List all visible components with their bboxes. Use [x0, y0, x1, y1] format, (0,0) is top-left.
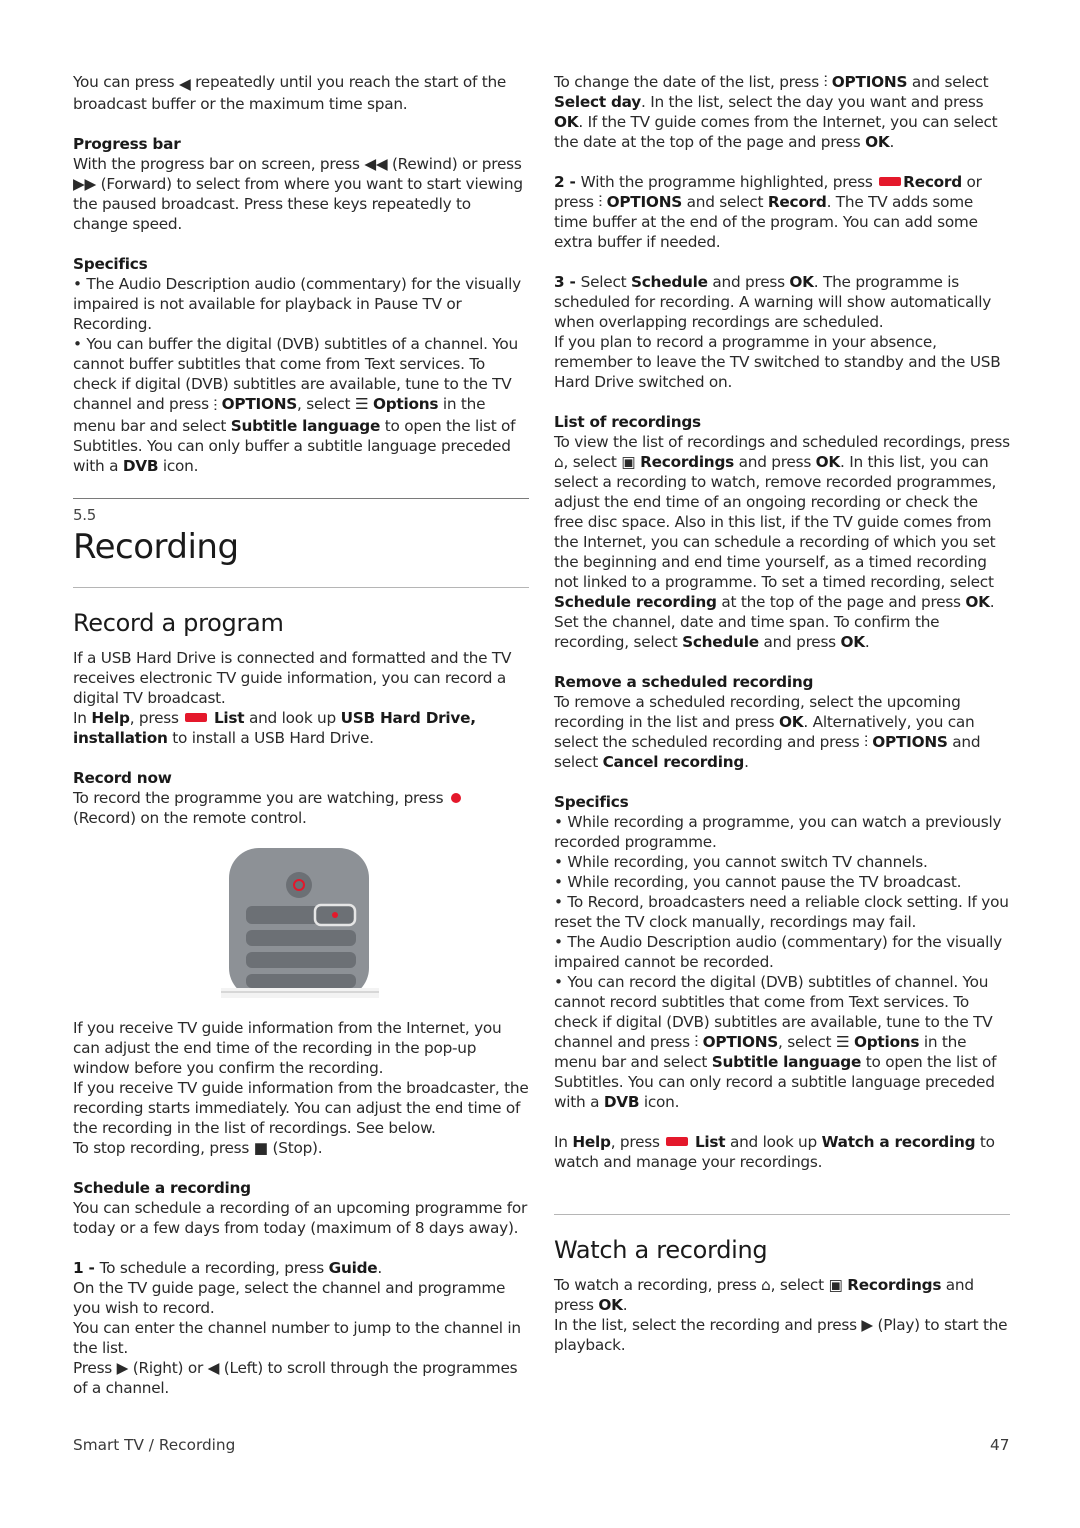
specifics-heading: Specifics	[554, 793, 629, 811]
intro-paragraph: You can press ◀ repeatedly until you rea…	[73, 73, 507, 113]
step-1-scroll: Press ▶ (Right) or ◀ (Left) to scroll th…	[73, 1359, 518, 1397]
remove-scheduled-heading: Remove a scheduled recording	[554, 673, 814, 691]
forward-icon: ▶▶	[73, 175, 97, 193]
title-divider	[73, 587, 529, 588]
step-2: 2 - With the programme highlighted, pres…	[554, 173, 982, 251]
remote-control-illustration	[221, 848, 401, 998]
specifics-bullet: • You can record the digital (DVB) subti…	[554, 973, 997, 1111]
power-button	[286, 872, 312, 898]
recordings-icon: ▣	[621, 453, 636, 471]
list-of-recordings-text: To view the list of recordings and sched…	[554, 433, 1010, 651]
rewind-icon: ◀◀	[364, 155, 388, 173]
section-divider	[554, 1214, 1010, 1215]
play-icon: ▶	[861, 1316, 873, 1334]
broadcaster-guide-text: If you receive TV guide information from…	[73, 1079, 529, 1137]
step-1-detail: On the TV guide page, select the channel…	[73, 1279, 506, 1317]
watch-recording-play: In the list, select the recording and pr…	[554, 1316, 1008, 1354]
home-icon: ⌂	[761, 1276, 771, 1294]
specifics-bullet: • To Record, broadcasters need a reliabl…	[554, 893, 1009, 931]
change-date-text: To change the date of the list, press ⫶ …	[554, 73, 998, 151]
left-arrow-icon: ◀	[207, 1359, 220, 1377]
step-1: 1 - To schedule a recording, press Guide…	[73, 1259, 383, 1277]
help-reference: In Help, press List and look up USB Hard…	[73, 709, 476, 747]
section-title: Recording	[73, 527, 239, 567]
options-icon: ⫶	[823, 73, 828, 91]
record-dot-icon	[450, 793, 461, 803]
help-reference: In Help, press List and look up Watch a …	[554, 1133, 995, 1171]
watch-recording-heading: Watch a recording	[554, 1236, 768, 1264]
remove-scheduled-text: To remove a scheduled recording, select …	[554, 693, 981, 771]
record-now-text: To record the programme you are watching…	[73, 788, 529, 828]
right-column: To change the date of the list, press ⫶ …	[554, 72, 1010, 1355]
red-key-icon	[666, 1137, 689, 1146]
specifics-bullet: • While recording a programme, you can w…	[554, 813, 1002, 851]
page-number: 47	[990, 1436, 1010, 1454]
schedule-text: You can schedule a recording of an upcom…	[73, 1199, 527, 1237]
remote-control-svg	[221, 848, 379, 998]
left-column: You can press ◀ repeatedly until you rea…	[73, 72, 529, 1398]
right-arrow-icon: ▶	[116, 1359, 129, 1377]
schedule-heading: Schedule a recording	[73, 1179, 251, 1197]
left-arrow-icon: ◀	[178, 75, 191, 93]
standby-note: If you plan to record a programme in you…	[554, 333, 1001, 391]
internet-guide-text: If you receive TV guide information from…	[73, 1019, 502, 1077]
menu-icon: ☰	[354, 395, 369, 413]
options-icon: ⫶	[213, 397, 217, 415]
progress-bar-text: With the progress bar on screen, press ◀…	[73, 155, 523, 233]
list-of-recordings-heading: List of recordings	[554, 413, 701, 431]
specifics-bullet: • The Audio Description audio (commentar…	[73, 275, 521, 333]
options-icon: ⫶	[864, 733, 868, 751]
footer-breadcrumb: Smart TV / Recording	[73, 1436, 236, 1454]
record-program-heading: Record a program	[73, 609, 284, 637]
specifics-bullet: • The Audio Description audio (commentar…	[554, 933, 1002, 971]
step-1-channel: You can enter the channel number to jump…	[73, 1319, 521, 1357]
section-number: 5.5	[73, 506, 97, 524]
specifics-bullet: • While recording, you cannot switch TV …	[554, 853, 928, 871]
record-now-heading: Record now	[73, 769, 172, 787]
record-program-text: If a USB Hard Drive is connected and for…	[73, 649, 512, 707]
specifics-bullet: • While recording, you cannot pause the …	[554, 873, 962, 891]
options-icon: ⫶	[694, 1033, 698, 1051]
stop-recording-text: To stop recording, press ■ (Stop).	[73, 1139, 323, 1157]
red-key-icon	[185, 713, 208, 722]
specifics-bullet: • You can buffer the digital (DVB) subti…	[73, 335, 518, 475]
recordings-icon: ▣	[828, 1276, 843, 1294]
stop-icon: ■	[253, 1139, 268, 1157]
section-divider	[73, 498, 529, 499]
menu-icon: ☰	[835, 1033, 850, 1051]
options-icon: ⫶	[598, 193, 602, 211]
step-3: 3 - Select Schedule and press OK. The pr…	[554, 273, 992, 331]
watch-recording-text: To watch a recording, press ⌂, select ▣ …	[554, 1276, 974, 1314]
progress-bar-heading: Progress bar	[73, 135, 181, 153]
red-key-icon	[879, 177, 902, 186]
specifics-heading: Specifics	[73, 255, 148, 273]
